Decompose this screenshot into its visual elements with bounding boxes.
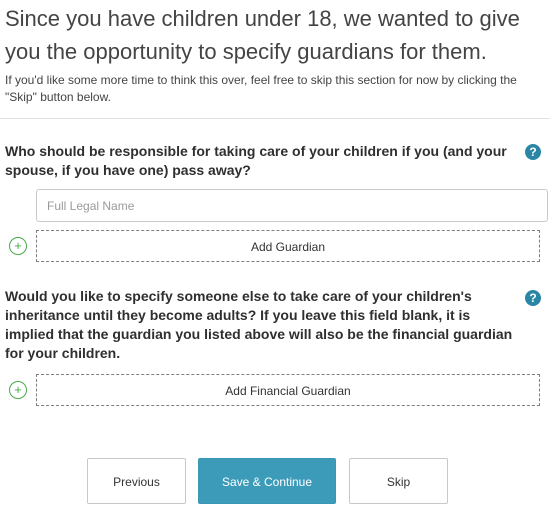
financial-guardian-question: Would you like to specify someone else t… bbox=[5, 288, 513, 361]
help-icon[interactable]: ? bbox=[525, 144, 541, 160]
page-title: Since you have children under 18, we wan… bbox=[5, 6, 520, 64]
full-legal-name-input[interactable] bbox=[36, 189, 548, 222]
previous-button[interactable]: Previous bbox=[87, 458, 186, 504]
help-icon[interactable]: ? bbox=[525, 290, 541, 306]
plus-circle-icon[interactable]: + bbox=[9, 237, 27, 255]
save-continue-button[interactable]: Save & Continue bbox=[198, 458, 336, 504]
intro-subtitle: If you'd like some more time to think th… bbox=[5, 73, 517, 104]
section-divider bbox=[0, 118, 550, 119]
plus-circle-icon[interactable]: + bbox=[9, 381, 27, 399]
add-guardian-button[interactable]: Add Guardian bbox=[36, 230, 540, 262]
guardian-question: Who should be responsible for taking car… bbox=[5, 143, 507, 178]
add-financial-guardian-button[interactable]: Add Financial Guardian bbox=[36, 374, 540, 406]
skip-button[interactable]: Skip bbox=[349, 458, 448, 504]
